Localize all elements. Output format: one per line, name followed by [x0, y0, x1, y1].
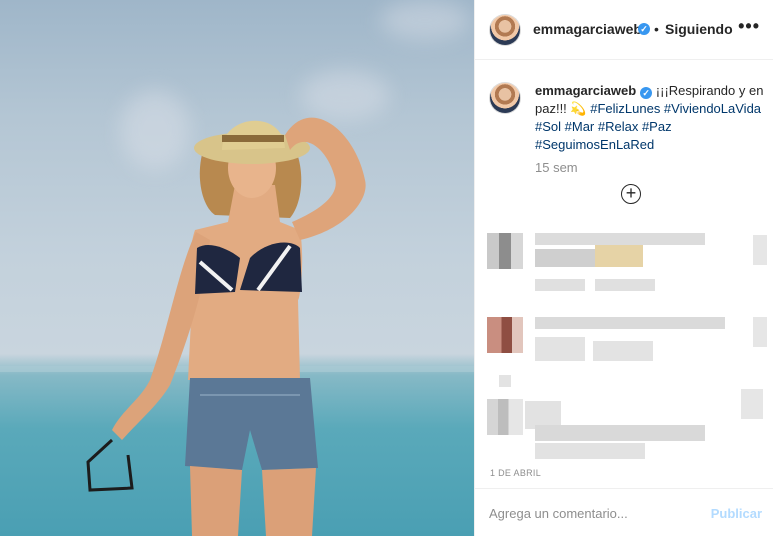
- comment-composer: Publicar: [475, 488, 773, 536]
- post-sidebar: emmagarciaweb ✓ • Siguiendo ••• emmagarc…: [474, 0, 773, 536]
- author-avatar[interactable]: [490, 15, 520, 45]
- comment-like-blurred: [753, 317, 767, 347]
- comment-like-blurred: [741, 389, 763, 419]
- more-options-icon[interactable]: •••: [738, 16, 760, 37]
- comment-text-blurred: [499, 375, 511, 387]
- post-date: 1 DE ABRIL: [490, 468, 542, 478]
- comment-text-blurred: [535, 233, 705, 245]
- verified-badge-icon: ✓: [640, 87, 653, 99]
- comment-input[interactable]: [489, 501, 689, 525]
- comment-avatar-blurred: [487, 399, 523, 435]
- caption-username[interactable]: emmagarciaweb: [535, 83, 636, 98]
- comment-text-blurred: [535, 443, 645, 459]
- obscured-comments: [475, 225, 773, 470]
- comment-text-blurred: [593, 341, 653, 361]
- comment-text-blurred: [595, 279, 655, 291]
- comment-text-blurred: [535, 249, 595, 267]
- post-time-ago[interactable]: 15 sem: [535, 160, 578, 175]
- publish-button[interactable]: Publicar: [711, 506, 762, 521]
- comment-avatar-blurred: [487, 233, 523, 269]
- post-header: emmagarciaweb ✓ • Siguiendo •••: [475, 0, 773, 60]
- load-more-comments-icon[interactable]: +: [621, 184, 641, 204]
- comment-avatar-blurred: [487, 317, 523, 353]
- comment-text-blurred: [535, 317, 725, 329]
- comment-text-blurred: [535, 279, 585, 291]
- comment-text-blurred: [535, 337, 585, 361]
- post-photo[interactable]: [0, 0, 474, 536]
- caption-avatar[interactable]: [490, 83, 520, 113]
- comment-text-blurred: [595, 245, 643, 267]
- verified-badge-icon: ✓: [638, 23, 650, 35]
- comment-like-blurred: [753, 235, 767, 265]
- caption-body: emmagarciaweb ✓ ¡¡¡Respirando y en paz!!!…: [535, 82, 767, 154]
- comment-text-blurred: [535, 425, 705, 441]
- separator-dot: •: [654, 21, 659, 37]
- author-username[interactable]: emmagarciaweb: [533, 21, 642, 37]
- following-button[interactable]: Siguiendo: [665, 21, 733, 37]
- photo-figure: [0, 117, 474, 536]
